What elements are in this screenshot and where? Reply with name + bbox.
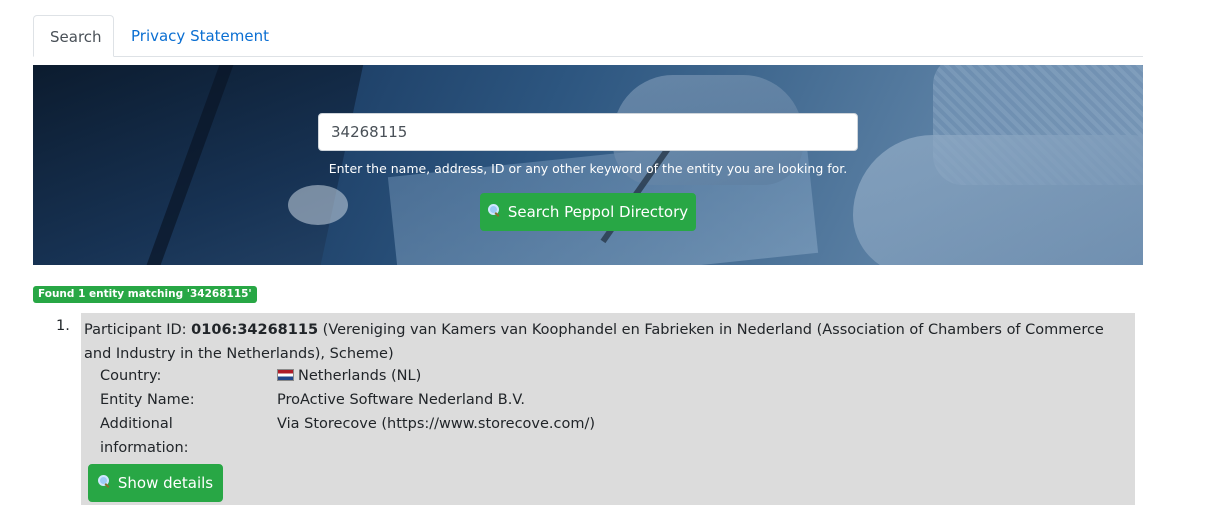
show-details-label: Show details (117, 474, 214, 492)
magnifier-icon (97, 474, 110, 487)
tab-search[interactable]: Search (33, 15, 114, 57)
background-mouse-image (288, 185, 348, 225)
entity-name-value: ProActive Software Nederland B.V. (277, 392, 525, 408)
tab-privacy-statement[interactable]: Privacy Statement (115, 15, 285, 57)
entity-name-label: Entity Name: (100, 392, 195, 408)
results-count-badge: Found 1 entity matching '34268115' (33, 286, 257, 303)
background-hand-image-2 (853, 135, 1143, 265)
search-hint: Enter the name, address, ID or any other… (328, 161, 848, 176)
tab-bar: Search Privacy Statement (33, 15, 1143, 57)
result-number: 1. (56, 318, 70, 334)
search-button-label: Search Peppol Directory (507, 203, 689, 221)
participant-id-value: 0106:34268115 (191, 322, 319, 338)
additional-info-value: Via Storecove (https://www.storecove.com… (277, 416, 596, 432)
search-peppol-directory-button[interactable]: Search Peppol Directory (480, 193, 696, 231)
search-input[interactable]: 34268115 (318, 113, 858, 151)
country-value-wrap: Netherlands (NL) (277, 364, 421, 388)
participant-id-line: Participant ID: 0106:34268115 (Verenigin… (84, 318, 1124, 366)
additional-info-label: Additional (100, 416, 173, 432)
country-value: Netherlands (NL) (298, 368, 422, 384)
country-label: Country: (100, 368, 162, 384)
additional-info-label-2: information: (100, 440, 189, 456)
nl-flag-icon (277, 369, 294, 381)
search-hero-banner: 34268115 Enter the name, address, ID or … (33, 65, 1143, 265)
background-laptop-image (33, 65, 366, 265)
magnifier-icon (487, 203, 500, 216)
participant-id-label: Participant ID: (84, 322, 187, 338)
show-details-button[interactable]: Show details (88, 464, 223, 502)
